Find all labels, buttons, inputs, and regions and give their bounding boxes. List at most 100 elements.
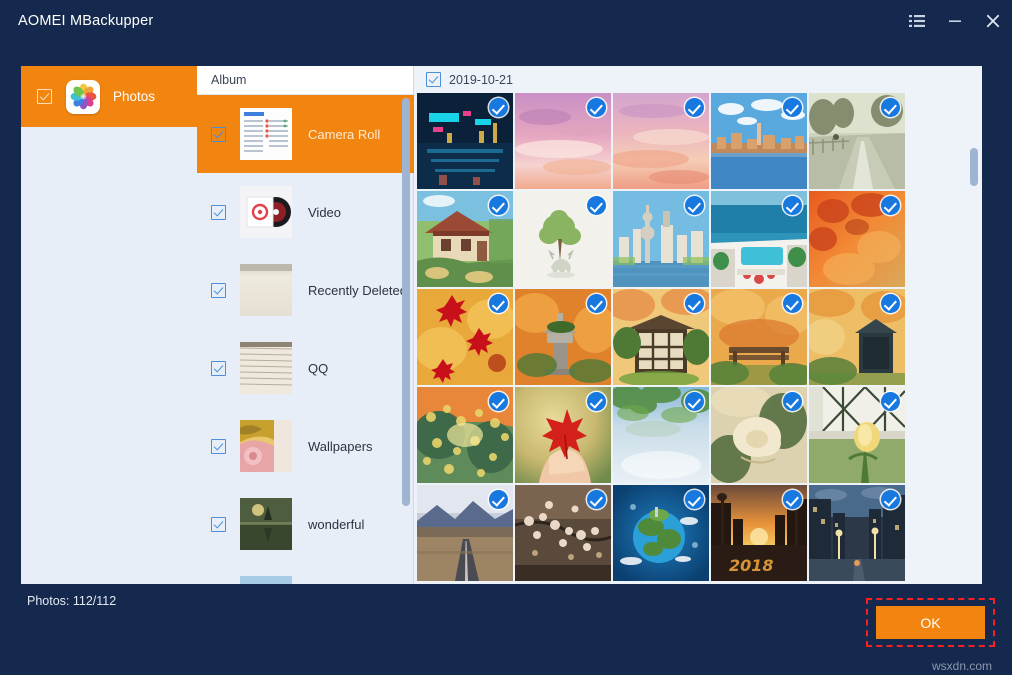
album-thumbnail [240,420,292,472]
ok-button[interactable]: OK [876,606,985,639]
album-scrollbar-thumb[interactable] [402,98,410,506]
album-item-label: Camera Roll [308,127,380,142]
album-header: Album [197,66,413,95]
photo-grid-panel: 2019-10-21 [414,66,982,584]
list-view-icon[interactable] [898,0,936,41]
album-item-wallpapers[interactable]: Wallpapers [197,407,414,485]
date-group-label: 2019-10-21 [449,73,513,87]
photo-selected-check[interactable] [685,294,704,313]
photo-selected-check[interactable] [685,392,704,411]
album-item-label: wonderful [308,517,364,532]
photos-checkbox[interactable] [37,89,52,104]
photo-selected-check[interactable] [881,392,900,411]
svg-text:2018: 2018 [729,556,774,575]
album-thumbnail [240,186,292,238]
photo-thumbnail-tiny-planet-globe[interactable] [613,485,709,581]
album-checkbox[interactable] [211,205,226,220]
photo-selected-check[interactable] [783,196,802,215]
photo-thumbnail-neon-city-night[interactable] [417,93,513,189]
window-controls [898,0,1012,41]
watermark: wsxdn.com [932,659,992,673]
album-item-label: Video [308,205,341,220]
photo-thumbnail-country-road-trees[interactable] [809,93,905,189]
photo-thumbnail-dark-shed-autumn[interactable] [809,289,905,385]
photo-selected-check[interactable] [783,294,802,313]
photo-thumbnail-cream-rose-closeup[interactable] [711,387,807,483]
photo-selected-check[interactable] [783,392,802,411]
minimize-icon[interactable] [936,0,974,41]
album-checkbox[interactable] [211,439,226,454]
photo-selected-check[interactable] [587,294,606,313]
album-item-qq[interactable]: QQ [197,329,414,407]
date-group-checkbox[interactable] [426,72,441,87]
photo-thumbnail-lakeside-town[interactable] [711,93,807,189]
photo-selected-check[interactable] [587,196,606,215]
photo-selected-check[interactable] [489,392,508,411]
album-item-camera-roll[interactable]: Camera Roll [197,95,414,173]
photo-thumbnail-red-maple-closeup[interactable] [417,289,513,385]
status-bar: Photos: 112/112 OK [0,584,1012,675]
photo-thumbnail-stone-lantern-autumn[interactable] [515,289,611,385]
photo-selected-check[interactable] [489,490,508,509]
photo-selected-check[interactable] [685,490,704,509]
photo-row [417,93,975,191]
album-item-label: Recently Deleted [308,283,407,298]
photo-thumbnail-desert-road-mountains[interactable] [417,485,513,581]
photo-thumbnail-illustrated-deer-tree[interactable] [515,191,611,287]
album-checkbox[interactable] [211,283,226,298]
app-title: AOMEI MBackupper [18,13,153,29]
album-item-wonderful[interactable]: wonderful [197,485,414,563]
photo-thumbnail-sunset-street-2018[interactable]: 2018 [711,485,807,581]
album-thumbnail [240,576,292,584]
photo-thumbnail-tulip-by-window[interactable] [809,387,905,483]
photo-grid-scrollbar-thumb[interactable] [970,148,978,186]
album-panel: Album [197,66,414,584]
album-thumbnail [240,342,292,394]
photo-thumbnail-orange-maple-leaves[interactable] [809,191,905,287]
photo-selected-check[interactable] [881,98,900,117]
photo-thumbnail-cherry-blossom-branch[interactable] [515,485,611,581]
album-item-label: Wallpapers [308,439,373,454]
photos-count-label: Photos: 112/112 [27,594,116,608]
photo-thumbnail-japanese-house-autumn[interactable] [613,289,709,385]
photo-selected-check[interactable] [881,196,900,215]
main-content: Photos Album [21,66,982,584]
photo-thumbnail-seaside-pool-villa[interactable] [711,191,807,287]
album-thumbnail [240,108,292,160]
close-icon[interactable] [974,0,1012,41]
photo-thumbnail-autumn-garden-bench[interactable] [711,289,807,385]
photo-selected-check[interactable] [587,490,606,509]
photo-thumbnail-violet-sunset-sky[interactable] [613,93,709,189]
photo-selected-check[interactable] [685,196,704,215]
album-checkbox[interactable] [211,361,226,376]
date-group-header[interactable]: 2019-10-21 [414,66,982,93]
photo-thumbnail-yellow-blossom-hill[interactable] [417,387,513,483]
photo-selected-check[interactable] [489,196,508,215]
photo-thumbnail-wooden-cottage[interactable] [417,191,513,287]
photo-selected-check[interactable] [685,98,704,117]
photo-selected-check[interactable] [489,294,508,313]
photo-selected-check[interactable] [587,392,606,411]
album-list[interactable]: Camera Roll [197,95,414,584]
photo-selected-check[interactable] [783,490,802,509]
photo-thumbnail-shanghai-skyline[interactable] [613,191,709,287]
photo-row [417,289,975,387]
photo-thumbnail-red-leaf-in-hand[interactable] [515,387,611,483]
photo-selected-check[interactable] [489,98,508,117]
album-item-partial[interactable] [197,563,414,584]
photo-thumbnail-water-reflection-trees[interactable] [613,387,709,483]
photo-selected-check[interactable] [881,294,900,313]
album-item-recently-deleted[interactable]: Recently Deleted [197,251,414,329]
source-panel: Photos [21,66,197,584]
album-item-label: QQ [308,361,328,376]
photo-selected-check[interactable] [783,98,802,117]
photo-thumbnail-city-street-dusk[interactable] [809,485,905,581]
album-item-video[interactable]: Video [197,173,414,251]
album-checkbox[interactable] [211,517,226,532]
photo-selected-check[interactable] [587,98,606,117]
sidebar-item-photos[interactable]: Photos [21,66,197,127]
photo-selected-check[interactable] [881,490,900,509]
album-checkbox[interactable] [211,127,226,142]
title-bar: AOMEI MBackupper [0,0,1012,41]
photo-thumbnail-pink-sunset-clouds[interactable] [515,93,611,189]
